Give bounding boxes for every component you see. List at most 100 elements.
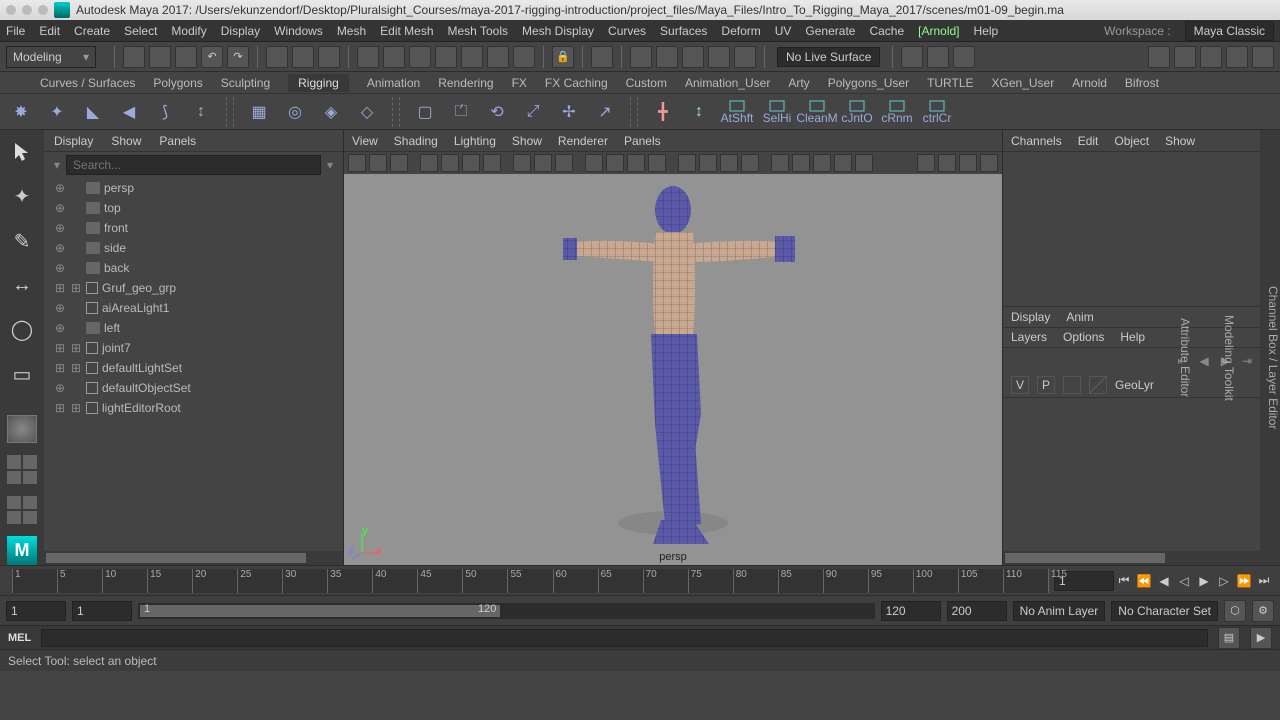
panel-layout-icon[interactable] (901, 46, 923, 68)
viewport-icon[interactable] (678, 154, 696, 172)
outliner-item[interactable]: ⊞⊞Gruf_geo_grp (44, 278, 343, 298)
outliner-search-input[interactable] (66, 155, 321, 175)
paint-select-tool-icon[interactable]: ✎ (5, 225, 39, 257)
menu-uv[interactable]: UV (775, 24, 792, 38)
view-menu-shading[interactable]: Shading (394, 134, 438, 148)
macos-zoom-icon[interactable] (38, 5, 48, 15)
viewport-icon[interactable] (720, 154, 738, 172)
menu-arnold[interactable]: [Arnold] (918, 24, 959, 38)
dock-tab-attribute-editor[interactable]: Attribute Editor (1178, 318, 1192, 397)
joint-tool-icon[interactable]: ✦ (42, 97, 72, 127)
view-menu-view[interactable]: View (352, 134, 378, 148)
viewport-panel[interactable]: View Shading Lighting Show Renderer Pane… (344, 130, 1002, 565)
outliner-menu-display[interactable]: Display (54, 134, 93, 148)
cleanm-icon[interactable]: CleanM (800, 97, 834, 127)
macos-close-icon[interactable] (6, 5, 16, 15)
constraint-icon[interactable]: ▢ (410, 97, 440, 127)
select-mode-icon[interactable] (318, 46, 340, 68)
rotate-tool-icon[interactable]: ◯ (5, 314, 39, 346)
channel-box-toggle-icon[interactable] (1252, 46, 1274, 68)
viewport-icon[interactable] (771, 154, 789, 172)
viewport-icon[interactable] (741, 154, 759, 172)
menu-display[interactable]: Display (221, 24, 260, 38)
lasso-tool-icon[interactable]: ✦ (5, 180, 39, 212)
snap-curve-icon[interactable] (383, 46, 405, 68)
play-backward-icon[interactable]: ◁ (1174, 571, 1194, 591)
orient-constraint-icon[interactable]: ⟲ (482, 97, 512, 127)
step-back-key-icon[interactable]: ⏪ (1134, 571, 1154, 591)
viewport-icon[interactable] (390, 154, 408, 172)
menu-mesh[interactable]: Mesh (337, 24, 366, 38)
workspace-picker[interactable]: Maya Classic (1185, 21, 1274, 41)
shelf-tab[interactable]: FX (512, 76, 527, 90)
channels-edit-menu[interactable]: Edit (1078, 134, 1099, 148)
shelf-tab-active[interactable]: Rigging (288, 74, 349, 92)
menu-mesh-tools[interactable]: Mesh Tools (448, 24, 508, 38)
shelf-tab[interactable]: Arnold (1072, 76, 1107, 90)
viewport-icon[interactable] (441, 154, 459, 172)
delete-history-icon[interactable]: ╋ (648, 97, 678, 127)
aim-constraint-icon[interactable]: ↗ (590, 97, 620, 127)
go-to-end-icon[interactable]: ⏭ (1254, 571, 1274, 591)
layers-help-menu[interactable]: Help (1120, 330, 1145, 344)
save-scene-icon[interactable] (175, 46, 197, 68)
shelf-tab[interactable]: Polygons_User (828, 76, 909, 90)
render-current-icon[interactable] (630, 46, 652, 68)
script-result-icon[interactable]: ▶ (1250, 627, 1272, 649)
snap-grid-icon[interactable] (357, 46, 379, 68)
prefs-icon[interactable]: ⚙ (1252, 600, 1274, 622)
view-menu-show[interactable]: Show (512, 134, 542, 148)
menu-edit-mesh[interactable]: Edit Mesh (380, 24, 433, 38)
select-by-component-icon[interactable] (266, 46, 288, 68)
select-by-object-icon[interactable] (292, 46, 314, 68)
chevron-down-icon[interactable]: ▾ (321, 158, 339, 172)
shelf-tab[interactable]: Custom (626, 76, 667, 90)
menu-select[interactable]: Select (124, 24, 157, 38)
autokey-icon[interactable]: ⬡ (1224, 600, 1246, 622)
redo-icon[interactable]: ↷ (227, 46, 249, 68)
cluster-icon[interactable]: ↕ (186, 97, 216, 127)
menu-help[interactable]: Help (974, 24, 999, 38)
viewport-icon[interactable] (513, 154, 531, 172)
range-end-out-input[interactable] (947, 601, 1007, 621)
shelf-tab[interactable]: Bifrost (1125, 76, 1159, 90)
gear-icon[interactable]: ✸ (6, 97, 36, 127)
viewport-icon[interactable] (834, 154, 852, 172)
viewport-icon[interactable] (627, 154, 645, 172)
script-editor-icon[interactable]: ▤ (1218, 627, 1240, 649)
shelf-tab[interactable]: FX Caching (545, 76, 608, 90)
character-mesh[interactable] (543, 184, 803, 554)
viewport-icon[interactable] (348, 154, 366, 172)
menu-edit[interactable]: Edit (39, 24, 60, 38)
view-menu-renderer[interactable]: Renderer (558, 134, 608, 148)
command-input[interactable] (41, 629, 1208, 647)
viewport-icon[interactable] (555, 154, 573, 172)
expand-icon[interactable]: ⊕ (54, 261, 66, 275)
viewport-icon[interactable] (813, 154, 831, 172)
snap-surface-icon[interactable] (461, 46, 483, 68)
layer-visible-cell[interactable]: V (1011, 376, 1029, 394)
shelf-tab[interactable]: Rendering (438, 76, 493, 90)
layer-move-up-icon[interactable]: ◀ (1199, 354, 1208, 368)
anim-layer-dropdown[interactable]: No Anim Layer (1013, 601, 1106, 621)
menu-set-dropdown[interactable]: Modeling (6, 46, 96, 68)
blend-shape-icon[interactable]: ◈ (316, 97, 346, 127)
menu-mesh-display[interactable]: Mesh Display (522, 24, 594, 38)
panel-layout2-icon[interactable] (927, 46, 949, 68)
panel-layout3-icon[interactable] (953, 46, 975, 68)
viewport-icon[interactable] (699, 154, 717, 172)
nonlinear-icon[interactable]: ◇ (352, 97, 382, 127)
outliner-hscrollbar[interactable] (44, 551, 343, 565)
play-forward-icon[interactable]: ▶ (1194, 571, 1214, 591)
layer-color-cell[interactable] (1089, 376, 1107, 394)
range-slider-track[interactable]: 1 120 (138, 603, 875, 619)
range-slider-thumb[interactable] (140, 605, 500, 617)
view-menu-panels[interactable]: Panels (624, 134, 661, 148)
shelf-tab[interactable]: Polygons (153, 76, 202, 90)
viewport-icon[interactable] (917, 154, 935, 172)
menu-generate[interactable]: Generate (805, 24, 855, 38)
viewport-icon[interactable] (959, 154, 977, 172)
layer-tab-display[interactable]: Display (1011, 310, 1050, 324)
ctrlcr-icon[interactable]: ctrlCr (920, 97, 954, 127)
viewport-icon[interactable] (420, 154, 438, 172)
